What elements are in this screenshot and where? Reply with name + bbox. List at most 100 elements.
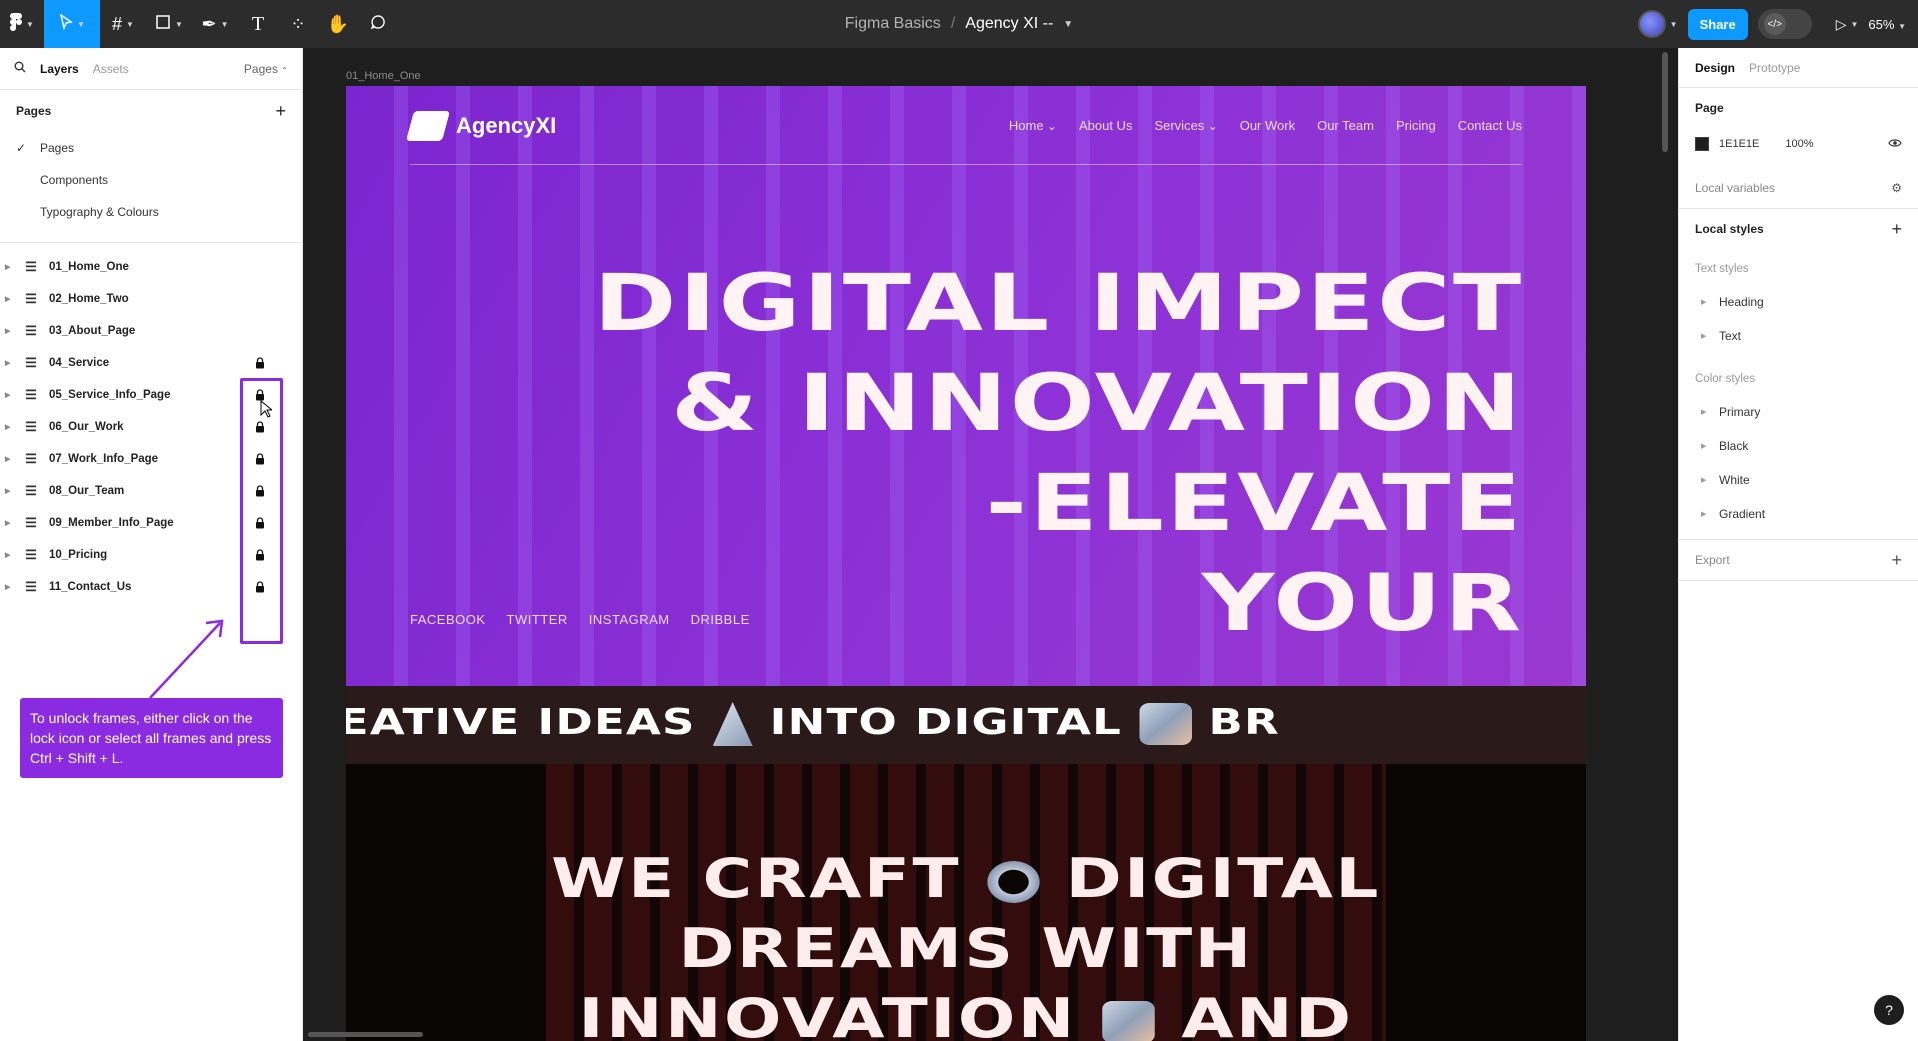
- style-item[interactable]: ▶ Heading: [1695, 285, 1902, 319]
- avatar[interactable]: [1637, 10, 1666, 38]
- style-item[interactable]: ▶ Text: [1695, 319, 1902, 353]
- nav-divider: [410, 164, 1522, 165]
- pen-icon: ✒: [201, 13, 217, 34]
- expand-caret-icon[interactable]: ▶: [5, 359, 13, 367]
- site-nav-item[interactable]: Our Work: [1240, 118, 1295, 133]
- layer-row[interactable]: ▶ ☰ 01_Home_One: [0, 251, 302, 283]
- pages-dropdown[interactable]: Pages ⌃: [244, 62, 288, 76]
- social-link[interactable]: FACEBOOK: [410, 612, 486, 627]
- eye-icon[interactable]: [1888, 137, 1902, 151]
- frame-layer-icon: ☰: [25, 579, 37, 594]
- ticker-item: INTO DIGITAL: [769, 702, 1123, 743]
- style-item[interactable]: ▶ White: [1695, 463, 1902, 497]
- comment-icon: [370, 14, 386, 35]
- expand-caret-icon[interactable]: ▶: [5, 391, 13, 399]
- expand-caret-icon[interactable]: ▶: [5, 455, 13, 463]
- site-nav-item[interactable]: About Us: [1079, 118, 1132, 133]
- present-button[interactable]: ▷ ▼: [1836, 16, 1859, 33]
- frame-layer-icon: ☰: [25, 355, 37, 370]
- comment-tool-button[interactable]: [358, 0, 398, 48]
- site-nav-label: Home: [1008, 118, 1044, 133]
- tab-assets[interactable]: Assets: [93, 62, 129, 76]
- horizontal-scrollbar[interactable]: [308, 1032, 423, 1037]
- style-item[interactable]: ▶ Primary: [1695, 395, 1902, 429]
- expand-caret-icon[interactable]: ▶: [1695, 476, 1719, 484]
- style-item[interactable]: ▶ Black: [1695, 429, 1902, 463]
- chevron-down-icon: ▼: [77, 19, 85, 29]
- tab-prototype[interactable]: Prototype: [1749, 61, 1800, 75]
- expand-caret-icon[interactable]: ▶: [5, 423, 13, 431]
- social-link[interactable]: TWITTER: [507, 612, 568, 627]
- lock-icon[interactable]: [255, 357, 265, 369]
- expand-caret-icon[interactable]: ▶: [1695, 298, 1719, 306]
- dev-mode-toggle[interactable]: </>: [1757, 9, 1812, 39]
- frame-tool-button[interactable]: # ▼: [100, 0, 146, 48]
- text-tool-button[interactable]: T: [238, 0, 278, 48]
- expand-caret-icon[interactable]: ▶: [5, 583, 13, 591]
- layer-row[interactable]: ▶ ☰ 03_About_Page: [0, 315, 302, 347]
- color-swatch[interactable]: [1695, 137, 1709, 151]
- expand-caret-icon[interactable]: ▶: [1695, 442, 1719, 450]
- expand-caret-icon[interactable]: ▶: [5, 263, 13, 271]
- add-style-plus-icon[interactable]: +: [1891, 219, 1902, 240]
- expand-caret-icon[interactable]: ▶: [5, 487, 13, 495]
- frame-label[interactable]: 01_Home_One: [346, 70, 421, 82]
- resources-button[interactable]: ⁘: [278, 0, 318, 48]
- local-styles-heading: Local styles: [1695, 222, 1764, 236]
- craft-section[interactable]: WE CRAFT DIGITAL DREAMS WITH INNOVATION …: [346, 764, 1586, 1041]
- local-variables-row[interactable]: Local variables ⚙: [1695, 168, 1902, 208]
- page-item[interactable]: Components: [0, 164, 302, 196]
- expand-caret-icon[interactable]: ▶: [5, 551, 13, 559]
- multiplayer-avatars[interactable]: ▼: [1637, 10, 1678, 38]
- tab-layers[interactable]: Layers: [40, 62, 79, 76]
- layer-label: 04_Service: [49, 357, 110, 369]
- social-link[interactable]: INSTAGRAM: [589, 612, 670, 627]
- canvas[interactable]: 01_Home_One AgencyXI Home ⌄ About Us Servi…: [303, 48, 1678, 1041]
- site-nav-item[interactable]: Contact Us: [1458, 118, 1522, 133]
- checkmark-icon: ✓: [16, 141, 27, 155]
- project-name[interactable]: Figma Basics: [845, 15, 941, 33]
- page-item[interactable]: Typography & Colours: [0, 196, 302, 228]
- search-icon[interactable]: [14, 61, 26, 76]
- add-page-plus-icon[interactable]: +: [275, 101, 286, 122]
- style-item[interactable]: ▶ Gradient: [1695, 497, 1902, 531]
- expand-caret-icon[interactable]: ▶: [5, 519, 13, 527]
- expand-caret-icon[interactable]: ▶: [1695, 408, 1719, 416]
- site-nav-item[interactable]: Home ⌄: [1009, 118, 1057, 133]
- site-nav-item[interactable]: Pricing: [1396, 118, 1436, 133]
- pen-tool-button[interactable]: ✒ ▼: [192, 0, 238, 48]
- share-button[interactable]: Share: [1687, 8, 1748, 40]
- zoom-dropdown[interactable]: 65% ▼: [1868, 17, 1906, 32]
- hero-section[interactable]: AgencyXI Home ⌄ About Us Services ⌄ Our Wor…: [346, 86, 1586, 686]
- page-color-hex[interactable]: 1E1E1E: [1719, 138, 1759, 150]
- layer-row[interactable]: ▶ ☰ 04_Service: [0, 347, 302, 379]
- main-menu-button[interactable]: ▼: [0, 0, 44, 48]
- file-name[interactable]: Agency XI --: [965, 15, 1053, 33]
- site-nav-item[interactable]: Services ⌄: [1154, 118, 1217, 133]
- vertical-scrollbar[interactable]: [1662, 52, 1668, 152]
- expand-caret-icon[interactable]: ▶: [1695, 332, 1719, 340]
- export-row[interactable]: Export +: [1695, 540, 1902, 580]
- mouse-cursor-icon: [260, 399, 274, 421]
- tab-design[interactable]: Design: [1695, 61, 1735, 75]
- page-color-row[interactable]: 1E1E1E 100%: [1695, 128, 1902, 160]
- shape-tool-button[interactable]: ▼: [146, 0, 192, 48]
- expand-caret-icon[interactable]: ▶: [1695, 510, 1719, 518]
- help-button[interactable]: ?: [1874, 995, 1904, 1025]
- page-opacity[interactable]: 100%: [1785, 138, 1813, 150]
- text-styles-list: ▶ Heading ▶ Text: [1695, 285, 1902, 353]
- ticker-text: REATIVE IDEAS INTO DIGITAL BR: [346, 702, 1280, 746]
- variables-settings-icon[interactable]: ⚙: [1891, 181, 1902, 195]
- move-tool-button[interactable]: ▼: [44, 0, 100, 48]
- chevron-down-icon[interactable]: ▼: [1063, 19, 1073, 30]
- hand-tool-button[interactable]: ✋: [318, 0, 358, 48]
- social-link[interactable]: DRIBBLE: [691, 612, 750, 627]
- expand-caret-icon[interactable]: ▶: [5, 327, 13, 335]
- chevron-down-icon: ▼: [1898, 21, 1906, 31]
- expand-caret-icon[interactable]: ▶: [5, 295, 13, 303]
- layer-row[interactable]: ▶ ☰ 02_Home_Two: [0, 283, 302, 315]
- left-panel: Layers Assets Pages ⌃ Pages + ✓ Pages Comp…: [0, 48, 303, 1041]
- site-nav-item[interactable]: Our Team: [1317, 118, 1374, 133]
- add-export-plus-icon[interactable]: +: [1891, 550, 1902, 571]
- page-item[interactable]: ✓ Pages: [0, 132, 302, 164]
